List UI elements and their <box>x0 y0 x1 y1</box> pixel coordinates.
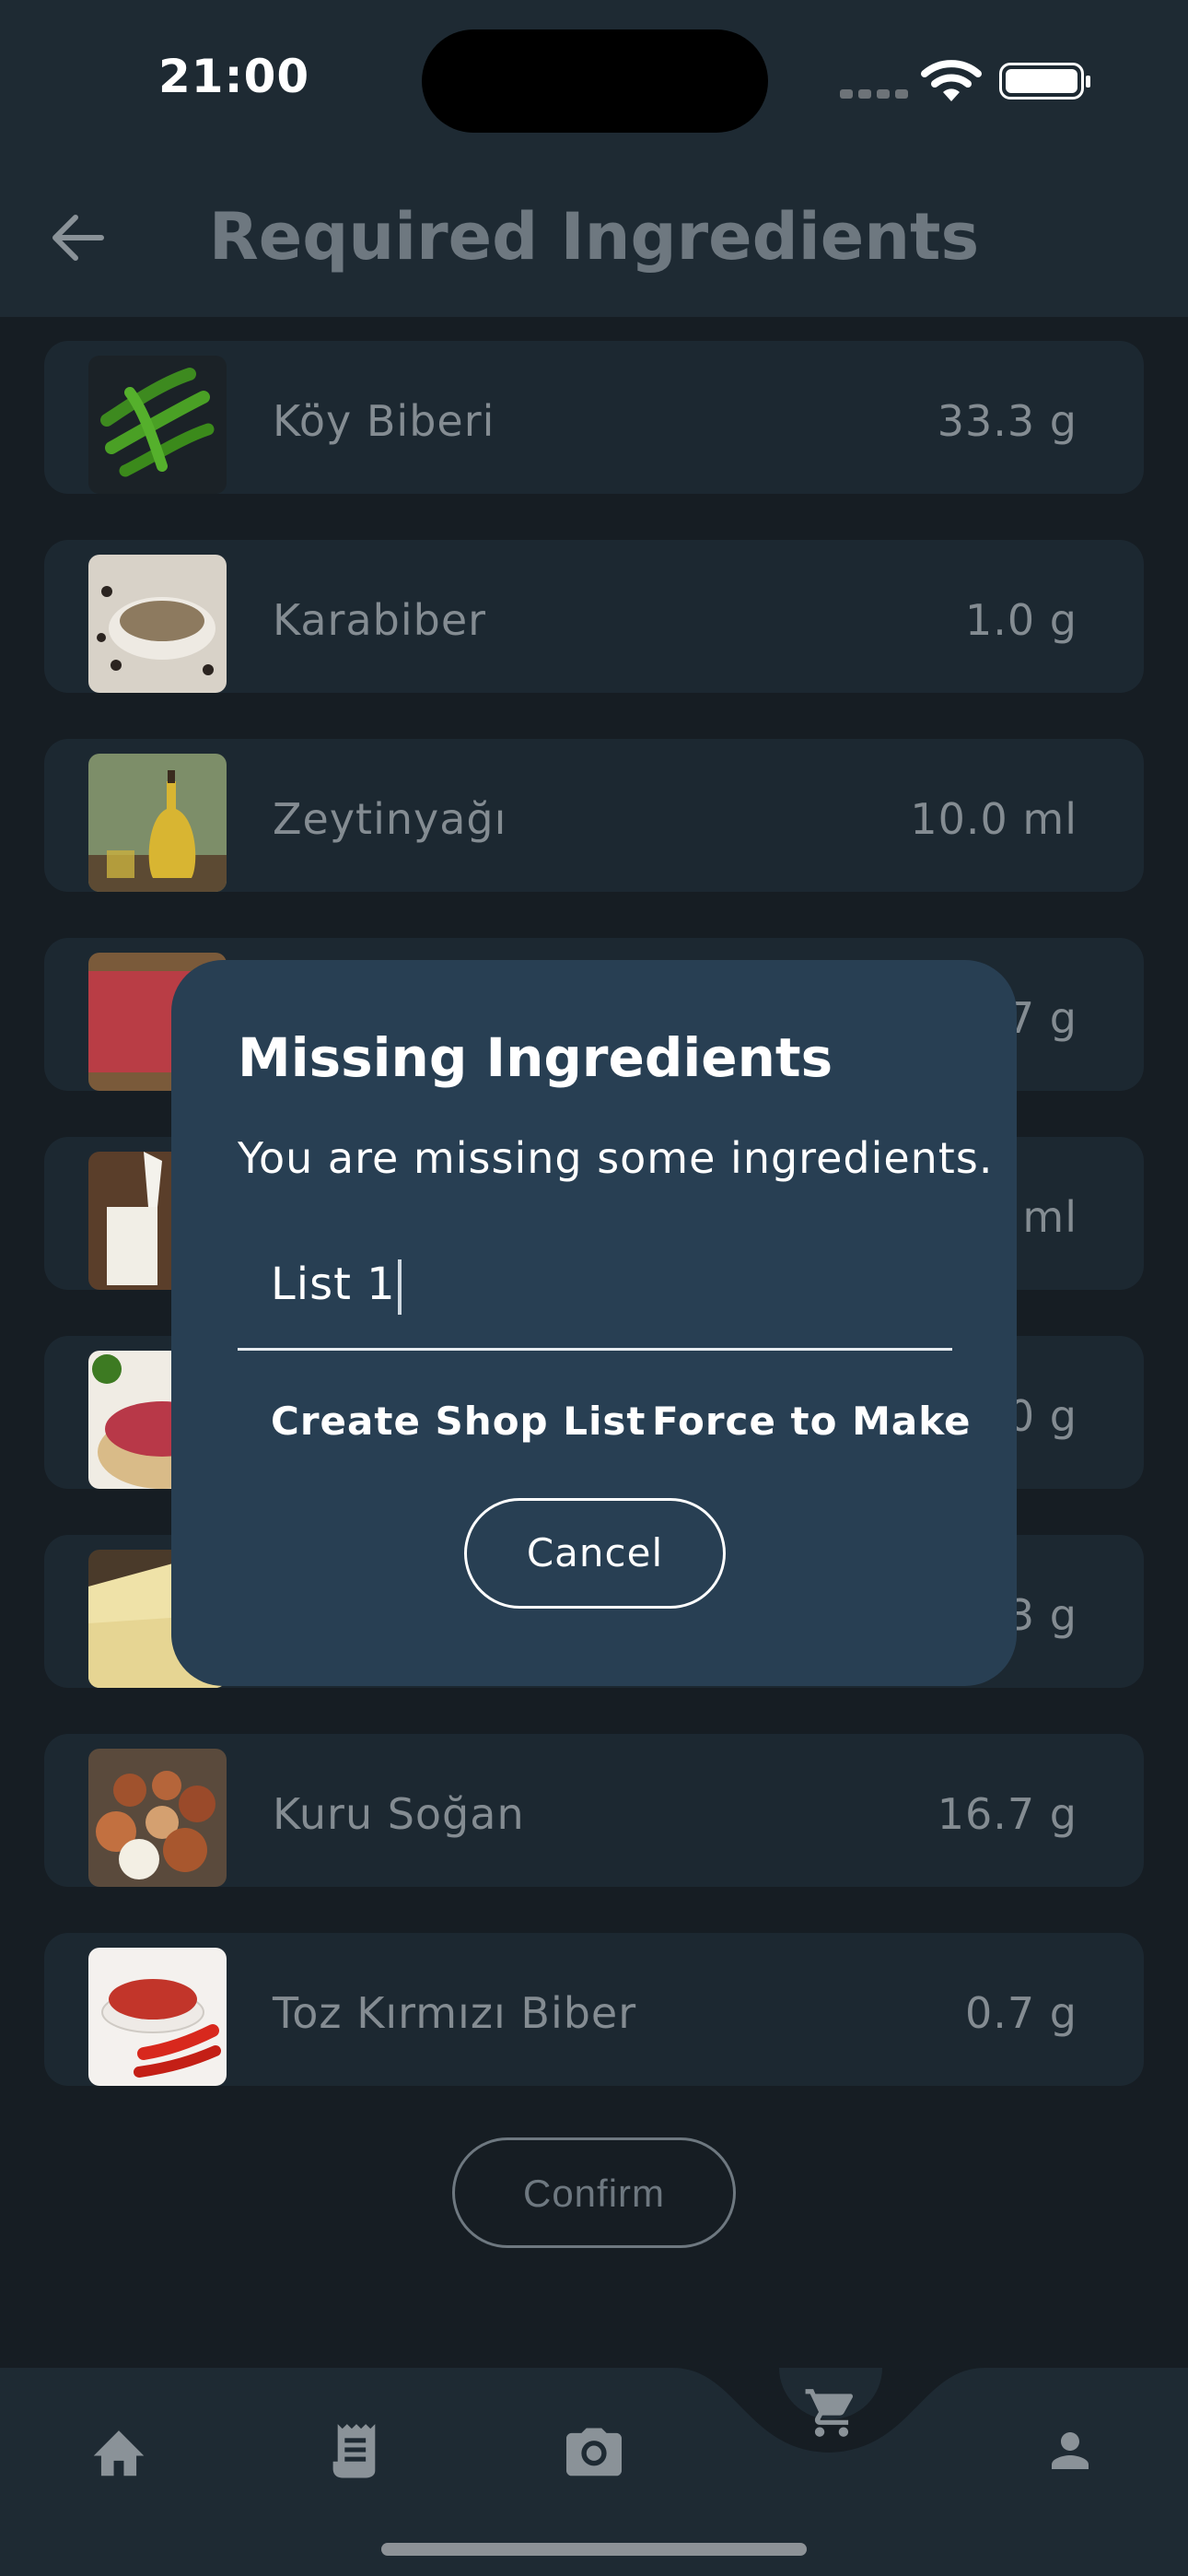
ingredient-item[interactable]: Toz Kırmızı Biber 0.7 g <box>44 1933 1144 2086</box>
wifi-icon <box>921 60 982 101</box>
dynamic-island <box>422 29 768 133</box>
receipt-icon[interactable] <box>328 2419 385 2480</box>
cellular-signal-icon <box>840 85 914 102</box>
app-bar: Required Ingredients <box>0 157 1188 317</box>
ingredient-quantity: 3 g <box>1007 1590 1077 1640</box>
olive-oil-thumbnail <box>88 754 227 892</box>
red-pepper-flakes-thumbnail <box>88 1948 227 2086</box>
ingredient-item[interactable]: Zeytinyağı 10.0 ml <box>44 739 1144 892</box>
person-icon[interactable] <box>1042 2423 1098 2478</box>
ingredient-quantity: 7 g <box>1007 993 1077 1043</box>
cart-icon[interactable] <box>803 2384 860 2441</box>
onion-thumbnail <box>88 1749 227 1887</box>
pepper-thumbnail <box>88 356 227 494</box>
force-to-make-button[interactable]: Force to Make <box>652 1399 972 1444</box>
status-time: 21:00 <box>158 50 310 103</box>
create-shop-list-button[interactable]: Create Shop List <box>271 1399 646 1444</box>
dialog-message: You are missing some ingredients. <box>238 1133 994 1183</box>
ingredient-item[interactable]: Karabiber 1.0 g <box>44 540 1144 693</box>
black-pepper-thumbnail <box>88 555 227 693</box>
confirm-button[interactable]: Confirm <box>452 2137 736 2248</box>
home-icon[interactable] <box>88 2423 149 2478</box>
battery-icon <box>999 63 1090 100</box>
ingredient-quantity: 0.7 g <box>965 1988 1077 2038</box>
ingredient-quantity: 10.0 ml <box>910 794 1077 844</box>
ingredient-quantity: 33.3 g <box>937 396 1077 446</box>
ingredient-name: Kuru Soğan <box>273 1789 525 1839</box>
missing-ingredients-dialog: Missing Ingredients You are missing some… <box>171 960 1017 1686</box>
cancel-button[interactable]: Cancel <box>464 1498 726 1609</box>
ingredient-item[interactable]: Köy Biberi 33.3 g <box>44 341 1144 494</box>
ingredient-quantity: 0 g <box>1007 1391 1077 1441</box>
ingredient-quantity: ml <box>1022 1192 1077 1242</box>
ingredient-name: Karabiber <box>273 595 487 645</box>
ingredient-name: Köy Biberi <box>273 396 495 446</box>
ingredient-name: Zeytinyağı <box>273 794 507 844</box>
home-indicator <box>381 2543 807 2556</box>
camera-icon[interactable] <box>564 2423 624 2478</box>
ingredient-item[interactable]: Kuru Soğan 16.7 g <box>44 1734 1144 1887</box>
page-title: Required Ingredients <box>208 199 980 275</box>
ingredient-quantity: 1.0 g <box>965 595 1077 645</box>
ingredient-quantity: 16.7 g <box>937 1789 1077 1839</box>
dialog-title: Missing Ingredients <box>238 1026 833 1089</box>
input-value: List 1 <box>271 1259 402 1315</box>
shop-list-name-input[interactable]: List 1 <box>238 1231 952 1351</box>
status-bar: 21:00 <box>0 0 1188 157</box>
text-caret <box>397 1259 402 1315</box>
ingredient-name: Toz Kırmızı Biber <box>273 1988 637 2038</box>
